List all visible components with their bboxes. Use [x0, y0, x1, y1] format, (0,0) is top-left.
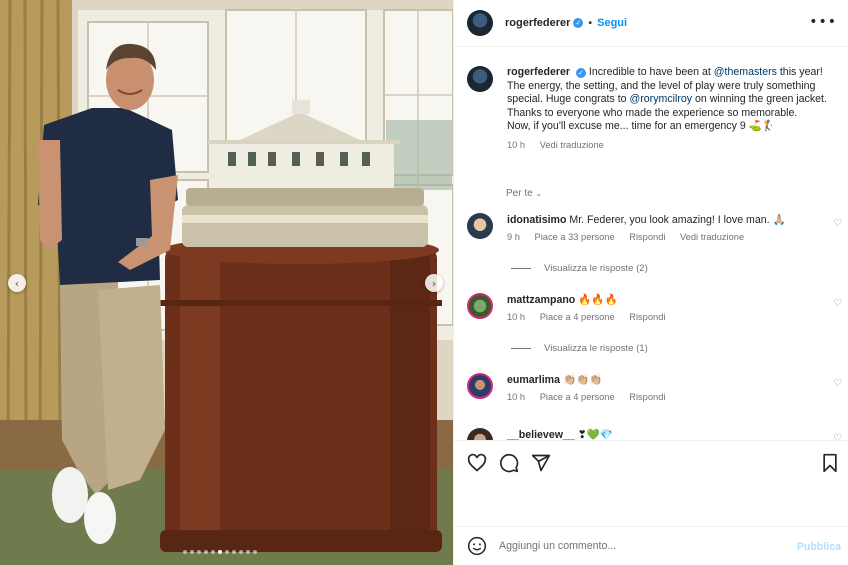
instagram-post-view: ‹ › rogerfederer ✓ • Segui ••• rogerfede… [0, 0, 848, 565]
see-translation-link[interactable]: Vedi traduzione [680, 232, 744, 242]
comment-text: Mr. Federer, you look amazing! I love ma… [569, 214, 786, 226]
comment-time[interactable]: 10 h [507, 312, 525, 322]
comments-section[interactable]: rogerfederer ✓ Incredible to have been a… [454, 48, 848, 440]
comment-likes[interactable]: Piace a 33 persone [535, 232, 615, 242]
carousel-dot [225, 550, 229, 554]
carousel-dot [232, 550, 236, 554]
replies-divider [511, 348, 531, 349]
share-icon[interactable] [531, 453, 551, 473]
carousel-dot [246, 550, 250, 554]
comment-item: mattzampano 🔥🔥🔥 10 h Piace a 4 persone R… [467, 293, 842, 322]
follow-button[interactable]: Segui [597, 17, 627, 29]
post-side-panel: rogerfederer ✓ • Segui ••• rogerfederer … [453, 0, 848, 565]
avatar[interactable] [467, 213, 493, 239]
carousel-dot [211, 550, 215, 554]
avatar[interactable] [467, 10, 493, 36]
carousel-dot [253, 550, 257, 554]
chevron-down-icon: ⌄ [535, 189, 543, 198]
post-header: rogerfederer ✓ • Segui ••• [454, 0, 848, 47]
avatar[interactable] [467, 373, 493, 399]
comment-icon[interactable] [499, 453, 519, 473]
carousel-dot [190, 550, 194, 554]
comment-time[interactable]: 9 h [507, 232, 520, 242]
comment-username[interactable]: idonatisimo [507, 214, 566, 226]
sort-label: Per te [506, 188, 533, 199]
caption-text: rogerfederer ✓ Incredible to have been a… [507, 66, 837, 134]
carousel-dots [183, 550, 257, 554]
carousel-dot [197, 550, 201, 554]
reply-button[interactable]: Rispondi [629, 312, 665, 322]
comment-text: ❣💚💎 [577, 429, 613, 440]
add-comment-bar: Aggiungi un commento... Pubblica [454, 526, 848, 565]
comment-username[interactable]: eumarlima [507, 374, 560, 386]
heart-icon[interactable]: ♡ [833, 218, 842, 229]
carousel-dot [218, 550, 222, 554]
header-separator: • [588, 17, 593, 29]
comment-sort-dropdown[interactable]: Per te ⌄ [506, 188, 542, 199]
comment-username[interactable]: mattzampano [507, 294, 575, 306]
comment-text: 👏🏼👏🏼👏🏼 [562, 374, 603, 386]
more-icon[interactable]: ••• [809, 14, 837, 30]
post-actions-bar [454, 440, 848, 526]
comment-text: 🔥🔥🔥 [578, 294, 618, 306]
caption-time[interactable]: 10 h [507, 140, 525, 150]
comment-username[interactable]: __believew__ [507, 429, 575, 440]
caption-meta: 10 h Vedi traduzione [507, 139, 837, 153]
see-translation-link[interactable]: Vedi traduzione [540, 140, 604, 150]
caption-username[interactable]: rogerfederer [507, 66, 570, 78]
comment-likes[interactable]: Piace a 4 persone [540, 392, 615, 402]
avatar[interactable] [467, 428, 493, 440]
carousel-dot [239, 550, 243, 554]
publish-button[interactable]: Pubblica [797, 541, 841, 553]
view-replies-label: Visualizza le risposte (2) [544, 263, 648, 274]
verified-icon: ✓ [575, 68, 586, 78]
bookmark-icon[interactable] [821, 453, 839, 473]
comment-input[interactable]: Aggiungi un commento... [499, 540, 616, 552]
chevron-right-icon: › [431, 276, 437, 290]
carousel-dot [204, 550, 208, 554]
post-caption: rogerfederer ✓ Incredible to have been a… [467, 66, 837, 153]
post-author-username[interactable]: rogerfederer [505, 17, 570, 29]
carousel-next-button[interactable]: › [425, 274, 443, 292]
post-photo[interactable]: ‹ › [0, 0, 453, 565]
comment-likes[interactable]: Piace a 4 persone [540, 312, 615, 322]
comment-item: __believew__ ❣💚💎 ♡ [467, 428, 842, 440]
chevron-left-icon: ‹ [14, 276, 20, 290]
avatar[interactable] [467, 293, 493, 319]
photo-illustration [0, 0, 453, 565]
reply-button[interactable]: Rispondi [629, 392, 665, 402]
mention-link[interactable]: @themasters [714, 66, 777, 78]
heart-icon[interactable] [467, 453, 487, 473]
emoji-icon[interactable] [467, 536, 487, 556]
view-replies-button[interactable]: Visualizza le risposte (1) [511, 343, 648, 354]
view-replies-label: Visualizza le risposte (1) [544, 343, 648, 354]
heart-icon[interactable]: ♡ [833, 433, 842, 440]
view-replies-button[interactable]: Visualizza le risposte (2) [511, 263, 648, 274]
replies-divider [511, 268, 531, 269]
carousel-prev-button[interactable]: ‹ [8, 274, 26, 292]
caption-segment: Incredible to have been at [588, 66, 714, 78]
verified-icon: ✓ [573, 18, 584, 28]
comment-time[interactable]: 10 h [507, 392, 525, 402]
heart-icon[interactable]: ♡ [833, 378, 842, 389]
mention-link[interactable]: @rorymcilroy [630, 93, 693, 105]
avatar[interactable] [467, 66, 493, 92]
caption-segment: Now, if you'll excuse me... time for an … [507, 120, 776, 133]
carousel-dot [183, 550, 187, 554]
comment-item: idonatisimo Mr. Federer, you look amazin… [467, 213, 842, 242]
comment-item: eumarlima 👏🏼👏🏼👏🏼 10 h Piace a 4 persone … [467, 373, 842, 402]
heart-icon[interactable]: ♡ [833, 298, 842, 309]
reply-button[interactable]: Rispondi [629, 232, 665, 242]
